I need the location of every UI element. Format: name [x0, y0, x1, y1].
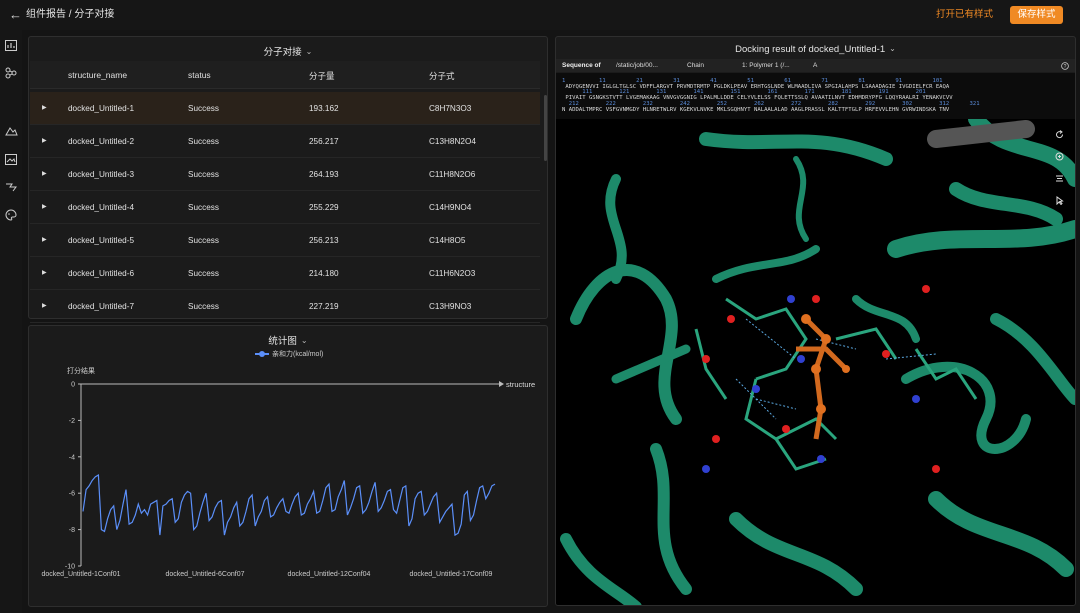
expand-caret-icon[interactable]: ▶ — [42, 137, 47, 144]
cell-molecular-weight: 227.219 — [309, 302, 339, 311]
y-tick-label: -8 — [69, 527, 75, 534]
table-row[interactable]: ▶ docked_Untitled-5 Success 256.213 C14H8O5 — [30, 224, 540, 257]
svg-text:?: ? — [1064, 64, 1067, 70]
top-bar: ← 组件报告 / 分子对接 打开已有样式 保存样式 — [0, 0, 1080, 30]
table-header: structure_name status 分子量 分子式 — [30, 61, 540, 89]
cell-molecular-weight: 256.213 — [309, 236, 339, 245]
pipeline-icon[interactable] — [4, 180, 18, 194]
table-row[interactable]: ▶ docked_Untitled-6 Success 214.180 C11H6N2O… — [30, 257, 540, 290]
cell-formula: C11H6N2O3 — [429, 269, 476, 278]
y-tick-label: -4 — [69, 454, 75, 461]
protein-ligand-render — [560, 111, 1075, 605]
x-axis-arrow-icon — [499, 381, 504, 387]
table-row[interactable]: ▶ docked_Untitled-4 Success 255.229 C14H9NO4 — [30, 191, 540, 224]
cell-molecular-weight: 214.180 — [309, 269, 339, 278]
breadcrumb: 组件报告 / 分子对接 — [26, 9, 115, 20]
col-formula[interactable]: 分子式 — [429, 70, 455, 82]
panel-title[interactable]: 分子对接 ⌄ — [29, 44, 547, 58]
cell-molecular-weight: 256.217 — [309, 137, 339, 146]
viewer-title-text: Docking result of docked_Untitled-1 — [735, 44, 886, 55]
x-tick-label: docked_Untitled-12Conf04 — [288, 571, 371, 578]
cell-status: Success — [188, 104, 219, 113]
table-row[interactable]: ▶ docked_Untitled-3 Success 264.193 C11H8N2O… — [30, 158, 540, 191]
molecule-3d-canvas[interactable] — [556, 111, 1075, 605]
y-tick-label: 0 — [71, 382, 75, 389]
cursor-icon[interactable] — [1052, 193, 1066, 207]
cell-status: Success — [188, 236, 219, 245]
expand-caret-icon[interactable]: ▶ — [42, 203, 47, 210]
zoom-icon[interactable] — [1052, 149, 1066, 163]
chart-panel: 统计图 ⌄ 亲和力(kcal/mol) 打分结果 0 -2 -4 -6 -8 -10 stru… — [28, 325, 548, 607]
col-status[interactable]: status — [188, 70, 211, 80]
cell-status: Success — [188, 302, 219, 311]
mountain-icon[interactable] — [4, 124, 18, 138]
cell-formula: C11H8N2O6 — [429, 170, 476, 179]
x-tick-label: docked_Untitled-6Conf07 — [166, 571, 245, 578]
rotate-icon[interactable] — [1052, 127, 1066, 141]
sequence-text[interactable]: 1 11 21 31 41 51 61 71 81 91 101 ADYQGEN… — [556, 73, 1075, 119]
table-row[interactable]: ▶ docked_Untitled-2 Success 256.217 C13H8N2O… — [30, 125, 540, 158]
chain-select[interactable]: A — [813, 62, 817, 69]
cell-structure-name: docked_Untitled-6 — [68, 269, 134, 278]
cell-structure-name: docked_Untitled-7 — [68, 302, 134, 311]
docking-table-panel: 分子对接 ⌄ structure_name status 分子量 分子式 ▶ doc… — [28, 36, 548, 323]
docking-viewer-panel: Docking result of docked_Untitled-1 ⌄ Seq… — [555, 36, 1076, 606]
expand-caret-icon[interactable]: ▶ — [42, 170, 47, 177]
cell-structure-name: docked_Untitled-3 — [68, 170, 134, 179]
y-tick-label: -10 — [65, 564, 75, 571]
sequence-icon[interactable] — [1052, 171, 1066, 185]
cell-formula: C14H8O5 — [429, 236, 466, 245]
chart-icon[interactable] — [4, 38, 18, 52]
cell-structure-name: docked_Untitled-4 — [68, 203, 134, 212]
col-structure-name[interactable]: structure_name — [68, 70, 127, 80]
cell-molecular-weight: 255.229 — [309, 203, 339, 212]
col-molecular-weight[interactable]: 分子量 — [309, 70, 335, 82]
seq-residues[interactable]: N ADDALTMPRC VSFGVNMGDY HLNRETWLRV KGEKV… — [562, 107, 949, 113]
sequence-toolbar: Sequence of /static/job/00... Chain 1: P… — [556, 59, 1075, 72]
affinity-series-line — [82, 473, 496, 537]
x-tick-label: docked_Untitled-17Conf09 — [410, 571, 493, 578]
x-tick-label: docked_Untitled-1Conf01 — [42, 571, 121, 578]
x-axis-title: structure — [506, 380, 535, 389]
chevron-down-icon[interactable]: ⌄ — [889, 44, 896, 53]
cell-status: Success — [188, 269, 219, 278]
sequence-source-select[interactable]: /static/job/00... — [616, 62, 658, 69]
y-tick-label: -2 — [69, 418, 75, 425]
cell-status: Success — [188, 170, 219, 179]
viewer-title[interactable]: Docking result of docked_Untitled-1 ⌄ — [556, 44, 1075, 55]
expand-caret-icon[interactable]: ▶ — [42, 236, 47, 243]
cell-status: Success — [188, 203, 219, 212]
cell-molecular-weight: 193.162 — [309, 104, 339, 113]
palette-icon[interactable] — [4, 208, 18, 222]
cell-formula: C13H9NO3 — [429, 302, 472, 311]
table-row[interactable]: ▶ docked_Untitled-1 Success 193.162 C8H7N3O3 — [30, 92, 540, 125]
cell-structure-name: docked_Untitled-5 — [68, 236, 134, 245]
cell-formula: C14H9NO4 — [429, 203, 472, 212]
cell-formula: C13H8N2O4 — [429, 137, 476, 146]
sequence-label: Sequence of — [562, 62, 601, 69]
open-existing-style-button[interactable]: 打开已有样式 — [936, 9, 993, 21]
expand-caret-icon[interactable]: ▶ — [42, 269, 47, 276]
arrow-left-icon[interactable]: ← — [9, 7, 22, 23]
cell-formula: C8H7N3O3 — [429, 104, 472, 113]
affinity-line-chart[interactable]: 0 -2 -4 -6 -8 -10 structure docked_Untitled-1Co… — [29, 344, 547, 606]
cell-molecular-weight: 264.193 — [309, 170, 339, 179]
table-row[interactable]: ▶ docked_Untitled-7 Success 227.219 C13H9NO3 — [30, 290, 540, 323]
molecule-icon[interactable] — [4, 66, 18, 80]
help-icon[interactable]: ? — [1061, 62, 1069, 72]
save-style-button[interactable]: 保存样式 — [1010, 6, 1063, 24]
polymer-select[interactable]: 1: Polymer 1 (/... — [742, 62, 790, 69]
cell-structure-name: docked_Untitled-2 — [68, 137, 134, 146]
image-icon[interactable] — [4, 152, 18, 166]
chevron-down-icon[interactable]: ⌄ — [306, 47, 313, 56]
table-panel-title-text: 分子对接 — [263, 47, 302, 58]
cell-status: Success — [188, 137, 219, 146]
expand-caret-icon[interactable]: ▶ — [42, 302, 47, 309]
y-tick-label: -6 — [69, 491, 75, 498]
left-nav — [0, 30, 22, 613]
cell-structure-name: docked_Untitled-1 — [68, 104, 134, 113]
chain-label: Chain — [687, 62, 704, 69]
expand-caret-icon[interactable]: ▶ — [42, 104, 47, 111]
table-scrollbar[interactable] — [544, 95, 547, 161]
